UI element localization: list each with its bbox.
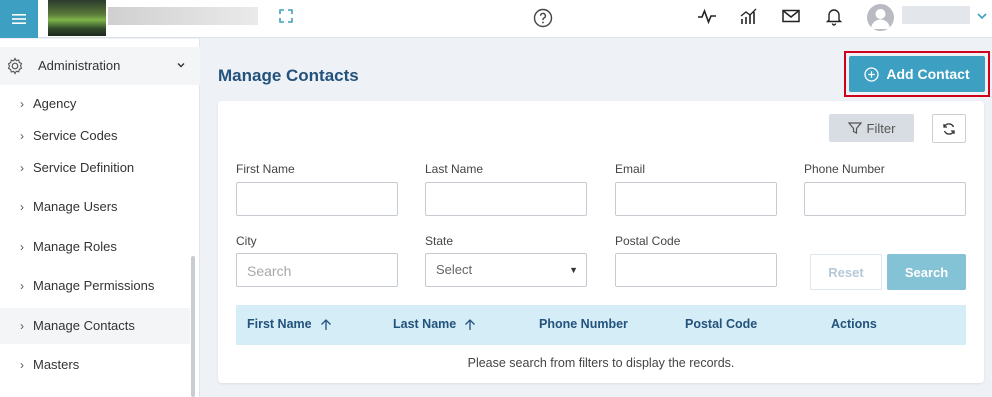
refresh-icon	[943, 122, 955, 135]
activity-icon[interactable]	[697, 6, 717, 26]
page-title: Manage Contacts	[218, 66, 359, 85]
first-name-input[interactable]	[236, 182, 398, 216]
expand-icon[interactable]	[278, 8, 294, 24]
state-selected-value: Select	[436, 262, 473, 277]
chevron-down-icon	[177, 63, 185, 68]
chevron-right-icon: ›	[20, 240, 24, 254]
sidebar-item-label: Agency	[33, 96, 77, 111]
mail-icon[interactable]	[781, 6, 801, 26]
logo-image	[48, 0, 106, 36]
filter-icon	[847, 122, 862, 134]
empty-table-message: Please search from filters to display th…	[467, 356, 735, 370]
sidebar-scrollbar[interactable]	[191, 256, 195, 397]
add-contact-label: Add Contact	[886, 66, 970, 82]
sort-arrow-up-icon	[320, 318, 331, 330]
sort-arrow-up-icon	[465, 318, 476, 330]
column-header-first-name[interactable]: First Name	[247, 317, 332, 331]
column-header-phone-number: Phone Number	[539, 317, 628, 331]
sidebar-item-agency[interactable]: › Agency	[0, 86, 190, 122]
reset-button[interactable]: Reset	[810, 254, 882, 290]
city-placeholder: Search	[247, 263, 292, 279]
state-select[interactable]: Select ▼	[425, 253, 587, 287]
sidebar-item-label: Masters	[33, 357, 80, 372]
sidebar-item-manage-permissions[interactable]: › Manage Permissions	[0, 268, 190, 304]
first-name-label: First Name	[236, 162, 295, 176]
chevron-right-icon: ›	[20, 129, 24, 143]
sidebar-item-label: Manage Contacts	[33, 318, 135, 333]
column-header-last-name[interactable]: Last Name	[393, 317, 476, 331]
table-header: First Name Last Name Phone Number Postal…	[236, 305, 966, 345]
menu-icon	[12, 14, 26, 24]
chevron-right-icon: ›	[20, 161, 24, 175]
column-label: First Name	[247, 317, 312, 331]
organization-name-redacted	[108, 7, 258, 25]
chevron-right-icon: ›	[20, 200, 24, 214]
chevron-right-icon: ›	[20, 358, 24, 372]
sidebar-item-masters[interactable]: › Masters	[0, 347, 190, 383]
filter-button[interactable]: Filter	[829, 114, 914, 142]
plus-circle-icon	[864, 66, 880, 82]
analytics-icon[interactable]	[739, 6, 759, 26]
sidebar-item-service-definition[interactable]: › Service Definition	[0, 150, 190, 186]
chevron-right-icon: ›	[20, 319, 24, 333]
city-input[interactable]: Search	[236, 253, 398, 287]
sidebar-item-manage-roles[interactable]: › Manage Roles	[0, 229, 190, 265]
sidebar-item-label: Manage Users	[33, 199, 118, 214]
sidebar-item-service-codes[interactable]: › Service Codes	[0, 118, 190, 154]
last-name-label: Last Name	[425, 162, 484, 176]
menu-button[interactable]	[0, 0, 38, 38]
phone-number-label: Phone Number	[804, 162, 885, 176]
postal-code-input[interactable]	[615, 253, 777, 287]
chevron-right-icon: ›	[20, 279, 24, 293]
last-name-input[interactable]	[425, 182, 587, 216]
column-label: Phone Number	[539, 317, 628, 331]
sidebar-item-manage-users[interactable]: › Manage Users	[0, 189, 190, 225]
top-bar	[0, 0, 992, 38]
phone-number-input[interactable]	[804, 182, 966, 216]
refresh-button[interactable]	[932, 114, 966, 143]
filter-label: Filter	[866, 120, 896, 136]
sidebar-section-label: Administration	[38, 58, 121, 73]
postal-code-label: Postal Code	[615, 234, 681, 248]
column-label: Actions	[831, 317, 877, 331]
caret-down-icon: ▼	[569, 265, 578, 275]
username-redacted	[902, 6, 970, 24]
city-label: City	[236, 234, 257, 248]
search-button[interactable]: Search	[887, 254, 966, 290]
column-label: Postal Code	[685, 317, 758, 331]
column-header-actions: Actions	[831, 317, 877, 331]
sidebar-section-administration[interactable]: Administration	[0, 47, 200, 85]
sidebar-item-label: Manage Roles	[33, 239, 117, 254]
column-header-postal-code: Postal Code	[685, 317, 757, 331]
email-input[interactable]	[615, 182, 777, 216]
bell-icon[interactable]	[824, 6, 844, 26]
state-label: State	[425, 234, 454, 248]
chevron-down-icon[interactable]	[976, 10, 988, 22]
sidebar-item-label: Manage Permissions	[33, 278, 155, 293]
avatar[interactable]	[867, 4, 894, 31]
add-contact-button[interactable]: Add Contact	[849, 56, 985, 92]
help-icon[interactable]	[533, 8, 553, 28]
chevron-right-icon: ›	[20, 97, 24, 111]
column-label: Last Name	[393, 317, 457, 331]
user-icon	[871, 9, 890, 29]
sidebar-item-label: Service Definition	[33, 160, 135, 175]
email-label: Email	[615, 162, 646, 176]
sidebar-item-label: Service Codes	[33, 128, 118, 143]
sidebar-item-manage-contacts[interactable]: › Manage Contacts	[0, 308, 190, 344]
gear-icon	[7, 57, 23, 75]
